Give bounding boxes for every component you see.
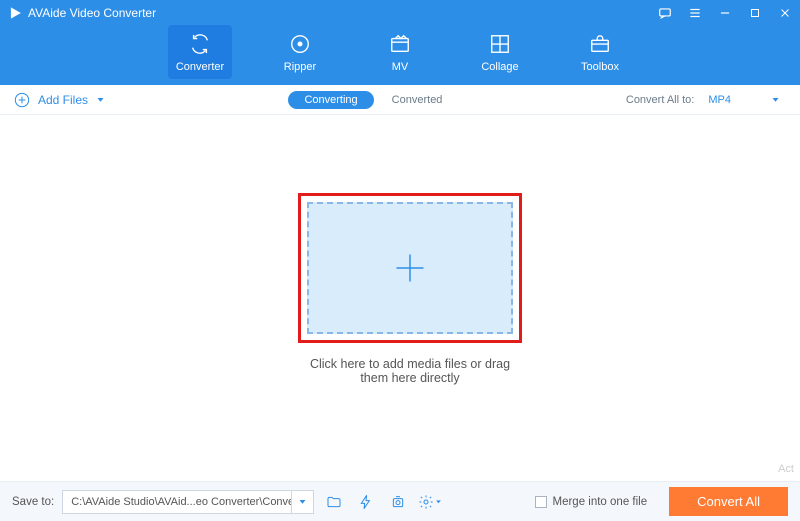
dropzone[interactable]: [307, 202, 513, 334]
sub-tab-converted[interactable]: Converted: [392, 94, 443, 106]
ripper-icon: [289, 33, 311, 55]
checkbox-icon: [535, 496, 547, 508]
tab-collage[interactable]: Collage: [468, 25, 532, 79]
dropzone-instruction: Click here to add media files or drag th…: [298, 357, 522, 385]
main-area: Click here to add media files or drag th…: [0, 115, 800, 481]
feedback-icon[interactable]: [658, 6, 672, 20]
hw-accel-button[interactable]: [354, 490, 378, 514]
watermark-text: Act: [778, 463, 794, 475]
high-speed-button[interactable]: [386, 490, 410, 514]
collage-icon: [489, 33, 511, 55]
close-icon[interactable]: [778, 6, 792, 20]
tab-ripper-label: Ripper: [284, 61, 316, 73]
app-window: AVAide Video Converter: [0, 0, 800, 521]
add-plus-icon: [14, 92, 30, 108]
chevron-down-icon: [771, 95, 780, 104]
convert-all-to-label: Convert All to:: [626, 94, 694, 106]
highlight-frame: [298, 193, 522, 343]
subbar: Add Files Converting Converted Convert A…: [0, 85, 800, 115]
main-tabs: Converter Ripper MV Collage: [0, 25, 800, 79]
convert-all-button[interactable]: Convert All: [669, 487, 788, 516]
output-format-value: MP4: [708, 94, 731, 106]
tab-toolbox[interactable]: Toolbox: [568, 25, 632, 79]
merge-label: Merge into one file: [553, 496, 648, 508]
convert-all-to-group: Convert All to: MP4: [626, 92, 786, 108]
plus-icon: [392, 250, 428, 286]
output-format-select[interactable]: MP4: [702, 92, 786, 108]
save-path-select[interactable]: C:\AVAide Studio\AVAid...eo Converter\Co…: [62, 490, 314, 514]
window-controls: [658, 6, 792, 20]
add-files-caret-icon: [96, 95, 105, 104]
tab-toolbox-label: Toolbox: [581, 61, 619, 73]
sub-tab-converting[interactable]: Converting: [288, 91, 373, 109]
mv-icon: [389, 33, 411, 55]
add-files-button[interactable]: Add Files: [14, 92, 105, 108]
tab-collage-label: Collage: [481, 61, 518, 73]
tab-mv[interactable]: MV: [368, 25, 432, 79]
app-title-group: AVAide Video Converter: [8, 6, 156, 20]
settings-button[interactable]: [418, 490, 442, 514]
footer: Save to: C:\AVAide Studio\AVAid...eo Con…: [0, 481, 800, 521]
menu-icon[interactable]: [688, 6, 702, 20]
merge-checkbox[interactable]: Merge into one file: [535, 496, 648, 508]
header: AVAide Video Converter: [0, 0, 800, 85]
titlebar: AVAide Video Converter: [0, 0, 800, 22]
minimize-icon[interactable]: [718, 6, 732, 20]
app-title: AVAide Video Converter: [28, 6, 156, 20]
tab-ripper[interactable]: Ripper: [268, 25, 332, 79]
tab-converter[interactable]: Converter: [168, 25, 232, 79]
open-folder-button[interactable]: [322, 490, 346, 514]
maximize-icon[interactable]: [748, 6, 762, 20]
subbar-tabs: Converting Converted: [288, 91, 442, 109]
converter-icon: [189, 33, 211, 55]
app-logo-icon: [8, 6, 22, 20]
tab-mv-label: MV: [392, 61, 409, 73]
save-to-label: Save to:: [12, 496, 54, 508]
save-path-caret-icon: [291, 491, 313, 513]
tab-converter-label: Converter: [176, 61, 224, 73]
add-files-label: Add Files: [38, 93, 88, 107]
save-path-value: C:\AVAide Studio\AVAid...eo Converter\Co…: [63, 496, 291, 508]
toolbox-icon: [589, 33, 611, 55]
dropzone-wrapper: Click here to add media files or drag th…: [298, 193, 522, 385]
